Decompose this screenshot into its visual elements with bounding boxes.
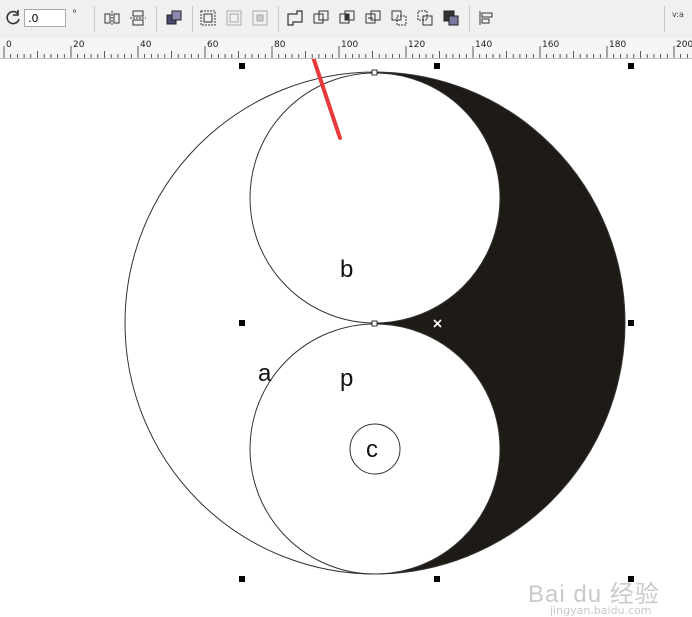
ruler-label: 80 bbox=[274, 40, 286, 50]
ruler-label: 200 bbox=[676, 40, 692, 50]
toolbar-separator bbox=[278, 6, 279, 32]
align-distribute-icon[interactable] bbox=[476, 8, 496, 28]
ruler-label: 160 bbox=[542, 40, 559, 50]
ruler-label: 40 bbox=[140, 40, 152, 50]
property-toolbar: ° v:a bbox=[0, 0, 692, 39]
baidu-watermark: Bai du 经验 jingyan.baidu.com bbox=[528, 574, 660, 617]
label-p: p bbox=[340, 365, 353, 392]
group-icon[interactable] bbox=[198, 8, 218, 28]
ungroup-icon[interactable] bbox=[224, 8, 244, 28]
handle-top-right[interactable] bbox=[628, 63, 634, 69]
handle-middle-right[interactable] bbox=[628, 320, 634, 326]
trim-icon[interactable] bbox=[311, 8, 331, 28]
toolbar-separator bbox=[156, 6, 157, 32]
toolbar-separator bbox=[192, 6, 193, 32]
intersect-icon[interactable] bbox=[337, 8, 357, 28]
toolbar-separator bbox=[664, 6, 665, 32]
ruler-ticks: 0 20 40 60 80 100 120 140 160 180 200 bbox=[3, 40, 692, 58]
label-c: c bbox=[366, 436, 378, 463]
handle-bottom-center[interactable] bbox=[434, 576, 440, 582]
rotation-angle-input[interactable] bbox=[24, 9, 66, 27]
ruler-label: 180 bbox=[609, 40, 626, 50]
drawing-canvas[interactable]: b a p c Bai du 经验 jingyan.baidu.com bbox=[0, 59, 692, 617]
front-minus-back-icon[interactable] bbox=[389, 8, 409, 28]
back-minus-front-icon[interactable] bbox=[415, 8, 435, 28]
watermark-url: jingyan.baidu.com bbox=[550, 604, 652, 617]
mirror-vertical-icon[interactable] bbox=[128, 8, 148, 28]
handle-bottom-left[interactable] bbox=[239, 576, 245, 582]
handle-top-left[interactable] bbox=[239, 63, 245, 69]
arrange-icon[interactable] bbox=[164, 8, 184, 28]
node-top[interactable] bbox=[371, 69, 378, 76]
ruler-label: 0 bbox=[6, 40, 12, 50]
label-b: b bbox=[340, 256, 353, 283]
ruler-label: 60 bbox=[207, 40, 219, 50]
ungroup-all-icon[interactable] bbox=[250, 8, 270, 28]
toolbar-separator bbox=[469, 6, 470, 32]
mirror-horizontal-icon[interactable] bbox=[102, 8, 122, 28]
ruler-label: 100 bbox=[341, 40, 358, 50]
handle-middle-left[interactable] bbox=[239, 320, 245, 326]
ruler-label: 20 bbox=[73, 40, 85, 50]
handle-top-center[interactable] bbox=[434, 63, 440, 69]
weld-icon[interactable] bbox=[285, 8, 305, 28]
simplify-icon[interactable] bbox=[363, 8, 383, 28]
rotate-icon[interactable] bbox=[4, 8, 24, 28]
ruler-label: 120 bbox=[408, 40, 425, 50]
toolbar-overflow-text: v:a bbox=[672, 10, 684, 19]
horizontal-ruler: 0 20 40 60 80 100 120 140 160 180 200 bbox=[0, 38, 692, 59]
degree-symbol: ° bbox=[72, 9, 77, 20]
circle-b[interactable] bbox=[249, 72, 501, 324]
ruler-label: 140 bbox=[475, 40, 492, 50]
toolbar-separator bbox=[94, 6, 95, 32]
boundary-icon[interactable] bbox=[441, 8, 461, 28]
drawing-svg[interactable]: b a p c bbox=[0, 59, 692, 589]
label-a: a bbox=[258, 360, 272, 387]
node-center[interactable] bbox=[371, 320, 378, 327]
